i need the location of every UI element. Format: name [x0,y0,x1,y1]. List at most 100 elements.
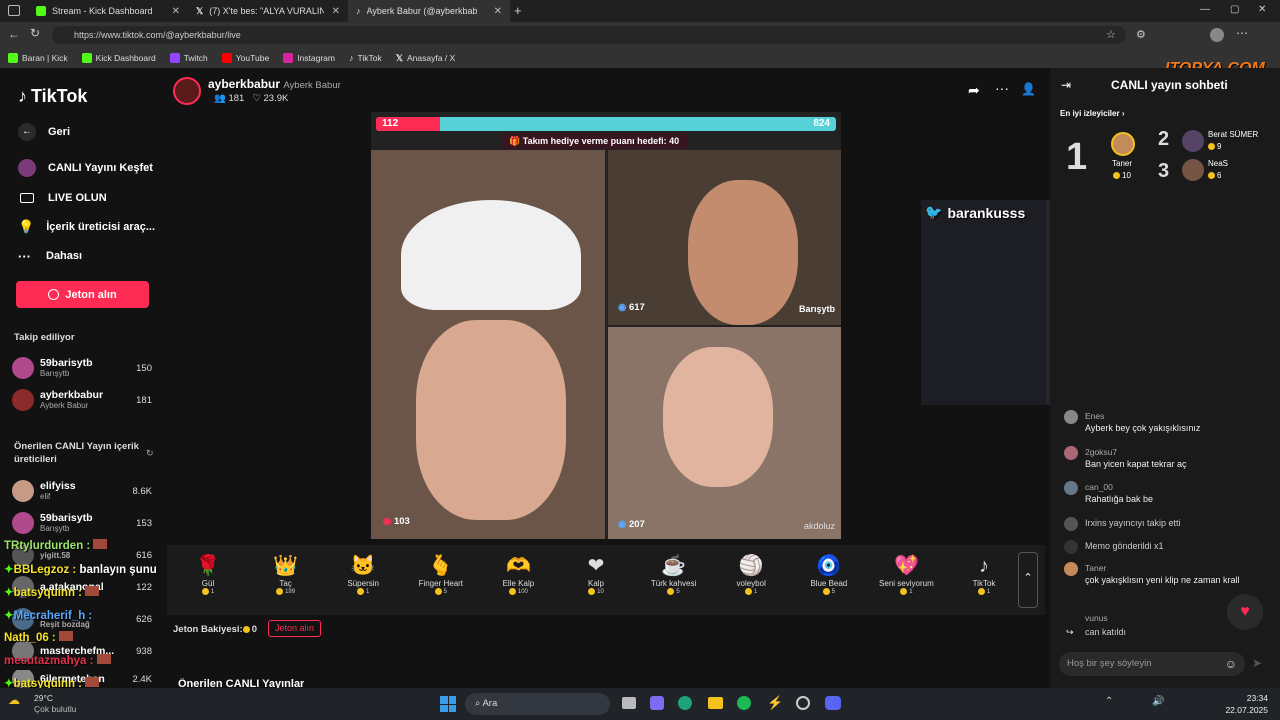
avatar [1064,517,1078,531]
nav-explore-live[interactable]: CANLI Yayını Keşfet [18,158,153,178]
live-video[interactable]: 112 824 🎁 Takım hediye verme puanı hedef… [371,112,841,539]
chat-message: Taner çok yakışklısın yeni klip ne zaman … [1064,562,1244,586]
tiktok-logo[interactable]: ♪ TikTok [18,86,87,107]
windows-start-icon[interactable] [440,696,456,712]
task-view-icon[interactable] [622,697,636,709]
host-avatar[interactable] [173,77,201,105]
tab-x[interactable]: 𝕏 (7) X'te bes: "ALYA VURALIN KATI✕ [188,0,348,22]
tiktok-icon: ♪ [18,86,27,106]
heart-icon: ♡ [252,93,261,104]
nav-creator-tools[interactable]: 💡 İçerik üreticisi araç... [18,217,155,237]
reload-icon[interactable]: ↻ [30,26,40,40]
refresh-icon[interactable]: ↻ [146,448,154,459]
new-tab-button[interactable]: + [514,3,522,18]
gift-item[interactable]: ♪ TikTok 1 [949,553,1019,595]
tab-kick[interactable]: Stream - Kick Dashboard ✕ [28,0,188,22]
avatar[interactable] [1182,159,1204,181]
gift-item[interactable]: 💖 Seni seviyorum 1 [871,553,941,595]
gift-icon: 👑 [273,555,299,577]
following-user[interactable]: ayberkbabur Ayberk Babur 181 [12,387,152,413]
gift-icon: 🧿 [816,555,842,577]
following-user[interactable]: 59barisytb Barışytb 150 [12,355,152,381]
spotify-icon[interactable] [737,696,751,710]
back-icon[interactable]: ← [8,27,20,41]
more-options-icon[interactable]: ··· [995,80,1009,96]
nav-go-live[interactable]: LIVE OLUN [18,188,107,208]
share-icon[interactable]: ➦ [968,82,980,99]
kick-chat-line: ✦Mecraherif_h : [4,610,93,622]
app-icon[interactable]: ⚡ [767,695,783,711]
copilot-icon[interactable] [650,696,664,710]
avatar[interactable] [1111,132,1135,156]
gift-item[interactable]: 🧿 Blue Bead 5 [794,553,864,595]
clock-time[interactable]: 23:34 [1228,693,1268,703]
tray-chevron-icon[interactable]: ⌃ [1105,696,1113,707]
avatar[interactable] [1182,130,1204,152]
volume-icon[interactable]: 🔊 [1152,696,1164,707]
gift-item[interactable]: 🫶 Elle Kalp 100 [483,553,553,595]
nav-back[interactable]: ← Geri [18,122,70,142]
emoji-icon[interactable]: ☺ [1225,652,1237,676]
gift-icon: 🌹 [195,555,221,577]
cam-label: akdoluz [803,521,835,531]
maximize-button[interactable]: ▢ [1230,4,1239,15]
gift-item[interactable]: 🏐 voleybol 1 [716,553,786,595]
x-icon: 𝕏 [196,5,204,16]
gift-price: 5 [639,588,709,595]
gift-name: Gül [201,579,215,588]
extensions-icon[interactable]: ⚙ [1136,28,1146,41]
close-icon[interactable]: ✕ [172,6,180,17]
bookmark-baran-kick[interactable]: Baran | Kick [8,53,68,63]
bookmark-kick-dashboard[interactable]: Kick Dashboard [81,53,156,63]
send-icon[interactable]: ➤ [1252,656,1262,670]
close-icon[interactable]: ✕ [494,6,502,17]
folder-icon[interactable] [708,697,723,709]
emote-icon [58,631,73,641]
obs-icon[interactable] [796,696,810,710]
discord-icon[interactable] [825,696,841,710]
taskbar-search[interactable]: ⌕ Ara [465,693,610,715]
suggested-title: Önerilen CANLI Yayın içerik üreticileri [14,441,139,465]
bookmarks-bar: Baran | Kick Kick Dashboard Twitch YouTu… [0,48,1280,68]
bookmark-instagram[interactable]: Instagram [283,53,335,63]
twitter-icon: 🐦 [925,204,943,220]
gift-name: Kalp [587,579,604,588]
buy-coins-button[interactable]: Jeton alın [16,281,149,308]
nav-more[interactable]: ··· Dahası [18,246,82,266]
gift-item[interactable]: ❤ Kalp 10 [561,553,631,595]
gift-item[interactable]: 👑 Taç 199 [251,553,321,595]
bookmark-tiktok[interactable]: ♪ TikTok [349,53,382,63]
close-icon[interactable]: ✕ [332,6,340,17]
edge-icon[interactable] [678,696,692,710]
suggested-user[interactable]: 59barisytb Barışytb 153 [12,510,152,536]
close-window-button[interactable]: ✕ [1258,4,1266,15]
top-viewers-label[interactable]: En iyi izleyiciler › [1060,109,1124,118]
gift-item[interactable]: 🌹 Gül 1 [173,553,243,595]
chevron-up-icon[interactable]: ⌃ [1018,552,1038,608]
avatar [12,480,34,502]
top-viewer-coins: 9 [1208,142,1221,151]
minimize-button[interactable]: — [1200,4,1210,15]
like-heart-button[interactable]: ♥ [1227,594,1263,630]
chat-input[interactable]: Hoş bir şey söyleyin ☺ [1059,652,1245,676]
weather-temp[interactable]: 29°C [34,693,53,703]
url-input[interactable]: https://www.tiktok.com/@ayberkbabur/live [52,26,1126,44]
kick-chat-line: mesutazmahya : [4,654,111,667]
bookmark-twitch[interactable]: Twitch [169,53,208,63]
gift-item[interactable]: 🐱 Süpersin 1 [328,553,398,595]
star-icon[interactable]: ☆ [1106,28,1116,41]
collapse-chat-icon[interactable]: ⇥ [1061,78,1071,92]
tab-tiktok[interactable]: ♪ Ayberk Babur (@ayberkbabur) - TikTok✕ [348,0,510,22]
suggested-user[interactable]: elifyiss elif 8.6K [12,478,152,504]
gift-item[interactable]: ☕ Türk kahvesi 5 [639,553,709,595]
bookmark-youtube[interactable]: YouTube [221,53,269,63]
profile-avatar[interactable] [1210,28,1224,42]
get-coins-button[interactable]: Jeton alın [268,620,322,637]
bookmark-x[interactable]: 𝕏 Anasayfa / X [396,53,455,64]
add-user-icon[interactable]: 👤 [1021,82,1036,96]
host-username[interactable]: ayberkbabur Ayberk Babur [208,77,341,91]
gift-item[interactable]: 🫰 Finger Heart 5 [406,553,476,595]
gift-icon: ♪ [979,555,989,577]
menu-icon[interactable]: ⋯ [1236,26,1248,40]
tab-actions-icon[interactable] [8,5,20,16]
